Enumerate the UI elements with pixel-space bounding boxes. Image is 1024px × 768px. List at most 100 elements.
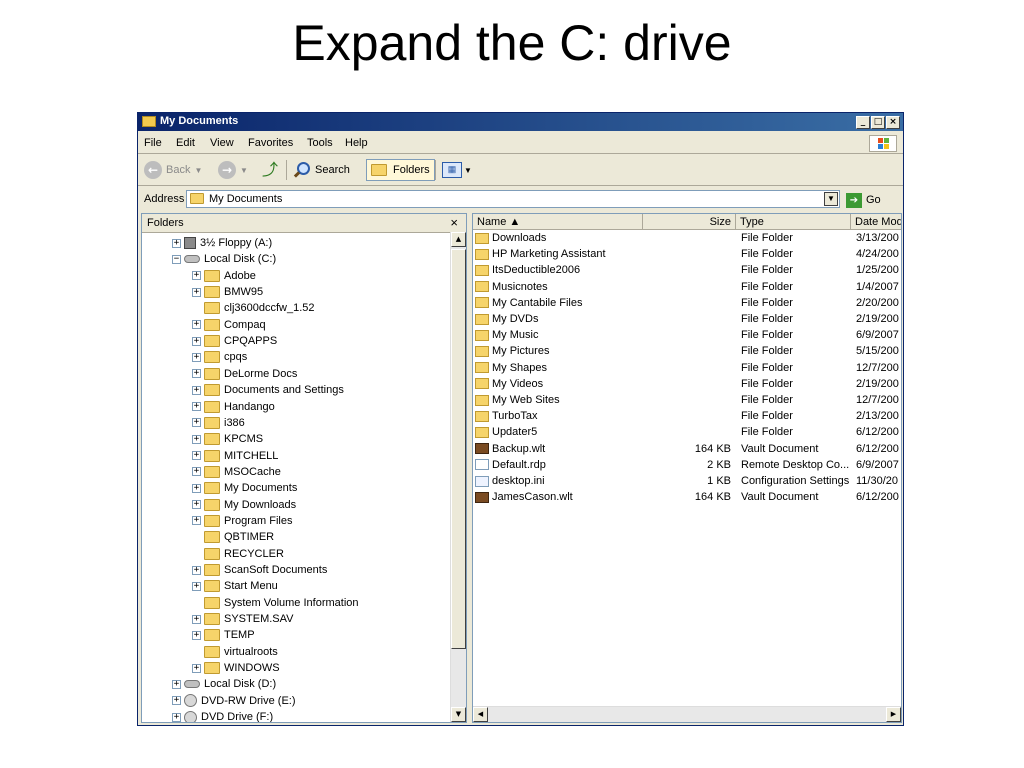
file-row[interactable]: Backup.wlt 164 KB Vault Document 6/12/200 <box>473 442 901 458</box>
expand-icon[interactable]: + <box>192 385 201 395</box>
expand-icon[interactable]: + <box>192 483 201 493</box>
forward-button[interactable]: → ▼ <box>218 159 248 181</box>
tree-item[interactable]: + DVD-RW Drive (E:) <box>172 693 296 709</box>
menu-help[interactable]: Help <box>345 137 368 149</box>
title-bar[interactable]: My Documents _ □ × <box>138 113 903 131</box>
file-row[interactable]: TurboTax File Folder 2/13/200 <box>473 409 901 425</box>
tree-item[interactable]: + Start Menu <box>192 578 278 594</box>
tree-item[interactable]: + BMW95 <box>192 284 263 300</box>
menu-favorites[interactable]: Favorites <box>248 137 293 149</box>
back-button[interactable]: ← Back ▼ <box>144 159 202 181</box>
file-row[interactable]: My Videos File Folder 2/19/200 <box>473 377 901 393</box>
scroll-down-icon[interactable]: ▼ <box>451 707 466 722</box>
tree-item[interactable]: + My Documents <box>192 480 297 496</box>
column-header-type[interactable]: Type <box>736 214 851 230</box>
folders-button[interactable]: Folders <box>366 159 435 181</box>
tree-item[interactable]: + MITCHELL <box>192 448 278 464</box>
file-row[interactable]: My Shapes File Folder 12/7/200 <box>473 361 901 377</box>
file-row[interactable]: Default.rdp 2 KB Remote Desktop Co... 6/9/2… <box>473 458 901 474</box>
scroll-left-icon[interactable]: ◀ <box>473 707 488 722</box>
file-row[interactable]: My Music File Folder 6/9/2007 <box>473 328 901 344</box>
expand-icon[interactable]: + <box>192 581 201 591</box>
expand-icon[interactable]: + <box>192 287 201 297</box>
menu-tools[interactable]: Tools <box>307 137 333 149</box>
tree-item[interactable]: + Local Disk (D:) <box>172 676 276 692</box>
file-list-horizontal-scrollbar[interactable]: ◀ ▶ <box>473 706 901 722</box>
expand-icon[interactable]: + <box>192 467 201 477</box>
tree-item[interactable]: + Documents and Settings <box>192 382 344 398</box>
tree-item[interactable]: + KPCMS <box>192 431 263 447</box>
tree-item[interactable]: + ScanSoft Documents <box>192 562 327 578</box>
menu-file[interactable]: File <box>144 137 162 149</box>
tree-item[interactable]: clj3600dccfw_1.52 <box>192 300 315 316</box>
tree-item[interactable]: + cpqs <box>192 349 247 365</box>
tree-item[interactable]: − Local Disk (C:) <box>172 251 276 267</box>
scroll-up-icon[interactable]: ▲ <box>451 232 466 247</box>
tree-item[interactable]: + i386 <box>192 415 245 431</box>
tree-item[interactable]: RECYCLER <box>192 546 284 562</box>
tree-item[interactable]: + WINDOWS <box>192 660 280 676</box>
file-row[interactable]: HP Marketing Assistant File Folder 4/24/20… <box>473 247 901 263</box>
expand-icon[interactable]: + <box>172 712 181 722</box>
menu-view[interactable]: View <box>210 137 234 149</box>
file-row[interactable]: My DVDs File Folder 2/19/200 <box>473 312 901 328</box>
up-folder-button[interactable]: ⤴ <box>260 159 280 181</box>
tree-item[interactable]: + Program Files <box>192 513 292 529</box>
close-pane-icon[interactable]: × <box>450 215 458 230</box>
tree-item[interactable]: + My Downloads <box>192 497 296 513</box>
tree-item[interactable]: + CPQAPPS <box>192 333 277 349</box>
go-button[interactable]: ➔ Go <box>846 191 881 209</box>
expand-icon[interactable]: + <box>192 663 201 673</box>
column-header-date[interactable]: Date Mod <box>851 214 901 230</box>
expand-icon[interactable]: + <box>172 696 181 706</box>
expand-icon[interactable]: + <box>192 500 201 510</box>
minimize-button[interactable]: _ <box>856 116 870 129</box>
expand-icon[interactable]: + <box>192 336 201 346</box>
tree-item[interactable]: + Handango <box>192 399 275 415</box>
expand-icon[interactable]: + <box>192 451 201 461</box>
menu-edit[interactable]: Edit <box>176 137 195 149</box>
tree-item[interactable]: + DeLorme Docs <box>192 366 297 382</box>
expand-icon[interactable]: + <box>192 614 201 624</box>
column-header-name[interactable]: Name ▲ <box>473 214 643 230</box>
tree-item[interactable]: + TEMP <box>192 627 255 643</box>
tree-item[interactable]: + SYSTEM.SAV <box>192 611 293 627</box>
collapse-icon[interactable]: − <box>172 254 181 264</box>
scroll-right-icon[interactable]: ▶ <box>886 707 901 722</box>
expand-icon[interactable]: + <box>192 402 201 411</box>
file-row[interactable]: JamesCason.wlt 164 KB Vault Document 6/12/2… <box>473 490 901 506</box>
file-row[interactable]: Musicnotes File Folder 1/4/2007 <box>473 280 901 296</box>
tree-item[interactable]: QBTIMER <box>192 529 274 545</box>
expand-icon[interactable]: + <box>192 352 201 362</box>
file-row[interactable]: My Web Sites File Folder 12/7/200 <box>473 393 901 409</box>
expand-icon[interactable]: + <box>192 565 201 575</box>
tree-item[interactable]: + MSOCache <box>192 464 281 480</box>
expand-icon[interactable]: + <box>192 516 201 526</box>
file-row[interactable]: desktop.ini 1 KB Configuration Settings 11/… <box>473 474 901 490</box>
folders-vertical-scrollbar[interactable]: ▲ ▼ <box>450 232 466 722</box>
file-row[interactable]: My Cantabile Files File Folder 2/20/200 <box>473 296 901 312</box>
file-row[interactable]: Downloads File Folder 3/13/200 <box>473 231 901 247</box>
tree-item[interactable]: + DVD Drive (F:) <box>172 709 273 722</box>
address-input[interactable]: My Documents ▼ <box>186 190 840 208</box>
scroll-thumb[interactable] <box>451 249 466 649</box>
tree-item[interactable]: System Volume Information <box>192 595 359 611</box>
expand-icon[interactable]: + <box>172 679 181 689</box>
address-dropdown-button[interactable]: ▼ <box>824 192 838 206</box>
file-row[interactable]: My Pictures File Folder 5/15/200 <box>473 344 901 360</box>
file-row[interactable]: ItsDeductible2006 File Folder 1/25/200 <box>473 263 901 279</box>
expand-icon[interactable]: + <box>192 418 201 428</box>
expand-icon[interactable]: + <box>192 271 201 281</box>
tree-item[interactable]: + Compaq <box>192 317 266 333</box>
search-button[interactable]: Search <box>293 159 350 181</box>
expand-icon[interactable]: + <box>192 630 201 640</box>
tree-item[interactable]: virtualroots <box>192 644 278 660</box>
expand-icon[interactable]: + <box>192 369 201 379</box>
expand-icon[interactable]: + <box>192 320 201 330</box>
column-header-size[interactable]: Size <box>643 214 736 230</box>
maximize-button[interactable]: □ <box>871 116 885 129</box>
close-button[interactable]: × <box>886 116 900 129</box>
views-button[interactable]: ▦ ▼ <box>442 159 472 181</box>
expand-icon[interactable]: + <box>192 434 201 444</box>
tree-item[interactable]: + Adobe <box>192 268 256 284</box>
